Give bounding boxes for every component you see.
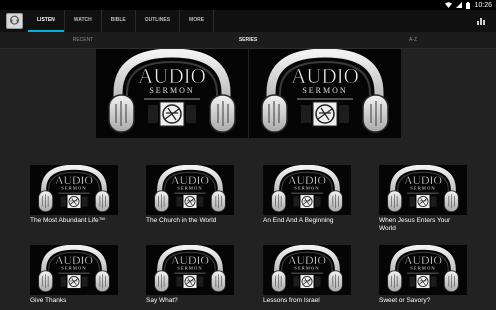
- status-icons: 10:26: [445, 0, 492, 10]
- battery-icon: [466, 1, 471, 9]
- svg-text:SERMON: SERMON: [410, 266, 435, 271]
- svg-text:AUDIO: AUDIO: [288, 253, 326, 267]
- main-tabs: LISTEN WATCH BIBLE OUTLINES MORE: [28, 10, 215, 32]
- svg-text:SERMON: SERMON: [61, 266, 86, 271]
- status-time: 10:26: [474, 1, 492, 9]
- series-title: When Jesus Enters Your World: [379, 217, 451, 232]
- audio-sermon-artwork: AUDIO SERMON: [146, 245, 234, 295]
- audio-sermon-artwork: AUDIO SERMON: [263, 245, 351, 295]
- series-card[interactable]: AUDIO SERMON When Jesus Enters Your World: [379, 165, 467, 233]
- subtab-series[interactable]: SERIES: [218, 32, 278, 49]
- series-card[interactable]: AUDIO SERMON Sweet or Savory?: [379, 245, 467, 305]
- series-card[interactable]: AUDIO SERMON The Most Abundant Life™: [30, 165, 118, 225]
- tab-watch[interactable]: WATCH: [65, 10, 102, 32]
- svg-text:SERMON: SERMON: [294, 186, 319, 191]
- svg-text:AUDIO: AUDIO: [55, 253, 93, 267]
- series-title: An End And A Beginning: [263, 217, 334, 224]
- svg-text:SERMON: SERMON: [149, 86, 194, 95]
- svg-text:AUDIO: AUDIO: [138, 64, 206, 88]
- bar-chart-icon[interactable]: [476, 16, 486, 26]
- series-title: Lessons from Israel: [263, 297, 320, 304]
- svg-text:AUDIO: AUDIO: [288, 173, 326, 187]
- svg-text:SERMON: SERMON: [177, 186, 202, 191]
- featured-carousel: AUDIO SERMON AUDIO SERMON: [0, 49, 496, 138]
- series-title: Say What?: [146, 297, 178, 304]
- svg-text:SERMON: SERMON: [302, 86, 347, 95]
- audio-sermon-artwork: AUDIO SERMON: [146, 165, 234, 215]
- tab-more[interactable]: MORE: [180, 10, 215, 32]
- subtab-recent[interactable]: RECENT: [53, 32, 113, 49]
- subtab-a-z[interactable]: A-Z: [383, 32, 443, 49]
- series-card[interactable]: AUDIO SERMON The Church in the World: [146, 165, 234, 225]
- tab-bible[interactable]: BIBLE: [102, 10, 136, 32]
- audio-sermon-artwork: AUDIO SERMON: [263, 165, 351, 215]
- svg-text:SERMON: SERMON: [294, 266, 319, 271]
- wifi-icon: [445, 2, 453, 8]
- series-title: The Church in the World: [146, 217, 217, 224]
- status-bar: 10:26: [0, 0, 496, 10]
- series-card[interactable]: AUDIO SERMON Give Thanks: [30, 245, 118, 305]
- svg-text:SERMON: SERMON: [177, 266, 202, 271]
- svg-text:AUDIO: AUDIO: [291, 64, 359, 88]
- series-title: Sweet or Savory?: [379, 297, 431, 304]
- svg-text:SERMON: SERMON: [61, 186, 86, 191]
- svg-text:AUDIO: AUDIO: [171, 253, 209, 267]
- app-bar: LISTEN WATCH BIBLE OUTLINES MORE: [0, 10, 496, 32]
- series-grid: AUDIO SERMON The Most Abundant Life™ AUDI…: [0, 138, 496, 310]
- svg-text:AUDIO: AUDIO: [404, 173, 442, 187]
- sub-tabs: RECENT SERIES A-Z: [0, 32, 496, 49]
- tab-listen[interactable]: LISTEN: [28, 10, 65, 32]
- audio-sermon-artwork: AUDIO SERMON: [30, 245, 118, 295]
- audio-sermon-artwork: AUDIO SERMON: [96, 49, 248, 138]
- series-card[interactable]: AUDIO SERMON Lessons from Israel: [263, 245, 351, 305]
- svg-text:SERMON: SERMON: [410, 186, 435, 191]
- audio-sermon-artwork: AUDIO SERMON: [249, 49, 401, 138]
- audio-sermon-artwork: AUDIO SERMON: [379, 245, 467, 295]
- series-title: Give Thanks: [30, 297, 67, 304]
- svg-text:AUDIO: AUDIO: [404, 253, 442, 267]
- series-card[interactable]: AUDIO SERMON An End And A Beginning: [263, 165, 351, 225]
- cell-signal-icon: [456, 2, 463, 8]
- featured-card[interactable]: AUDIO SERMON: [249, 49, 401, 138]
- featured-card[interactable]: AUDIO SERMON: [96, 49, 248, 138]
- series-title: The Most Abundant Life™: [30, 217, 106, 224]
- app-logo-icon[interactable]: [6, 13, 23, 29]
- series-card[interactable]: AUDIO SERMON Say What?: [146, 245, 234, 305]
- svg-text:AUDIO: AUDIO: [171, 173, 209, 187]
- audio-sermon-artwork: AUDIO SERMON: [30, 165, 118, 215]
- tab-outlines[interactable]: OUTLINES: [136, 10, 181, 32]
- audio-sermon-artwork: AUDIO SERMON: [379, 165, 467, 215]
- svg-text:AUDIO: AUDIO: [55, 173, 93, 187]
